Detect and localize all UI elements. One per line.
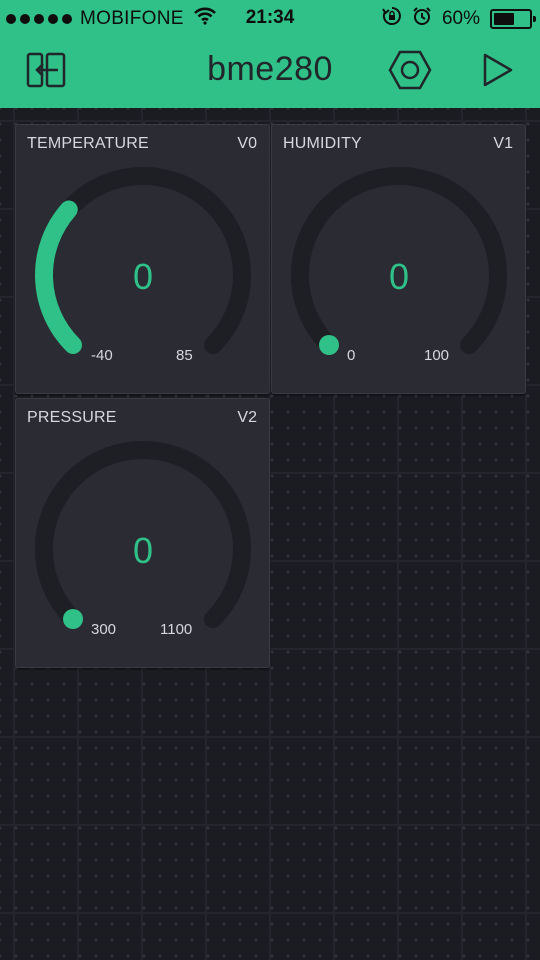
gauge-value: 0 [133, 530, 153, 571]
app-bar: bme280 [0, 36, 540, 108]
gauge-value: 0 [389, 256, 409, 297]
gauge-max-label: 85 [176, 347, 193, 364]
gauge-widget-temperature[interactable]: TEMPERATURE V0 0 -40 85 [15, 124, 270, 394]
gauge-min-label: 300 [91, 621, 117, 638]
project-title: bme280 [207, 50, 333, 88]
battery-percent: 60% [441, 8, 480, 29]
gauge-fill [62, 609, 83, 630]
alarm-icon [412, 6, 432, 32]
gauge-dial: 0 [291, 167, 507, 356]
widget-canvas[interactable]: TEMPERATURE V0 0 -40 85 HUMIDITY V1 0 0 … [0, 108, 540, 960]
play-icon [481, 52, 515, 93]
status-bar-right: 60% [382, 6, 536, 32]
hexagon-settings-icon [388, 50, 432, 95]
gauge-value: 0 [133, 256, 153, 297]
gauge-min-label: -40 [91, 347, 113, 364]
status-bar: MOBIFONE 21:34 60% [0, 0, 540, 36]
rotation-lock-icon [382, 6, 402, 32]
play-button[interactable] [476, 50, 520, 94]
gauge-widget-humidity[interactable]: HUMIDITY V1 0 0 100 [271, 124, 526, 394]
battery-icon [490, 9, 536, 29]
gauge-max-label: 1100 [160, 621, 193, 638]
gauge-widget-pressure[interactable]: PRESSURE V2 0 300 1100 [15, 398, 270, 668]
gauge-dial: 0 [35, 167, 251, 355]
settings-button[interactable] [388, 50, 432, 94]
gauge-fill [35, 200, 82, 355]
gauge-min-label: 0 [347, 347, 356, 364]
gauge-dial: 0 [35, 441, 251, 630]
app-screen: MOBIFONE 21:34 60% bme280 TEMPERATURE V0… [0, 0, 540, 960]
gauge-max-label: 100 [424, 347, 450, 364]
gauge-fill [318, 335, 339, 356]
